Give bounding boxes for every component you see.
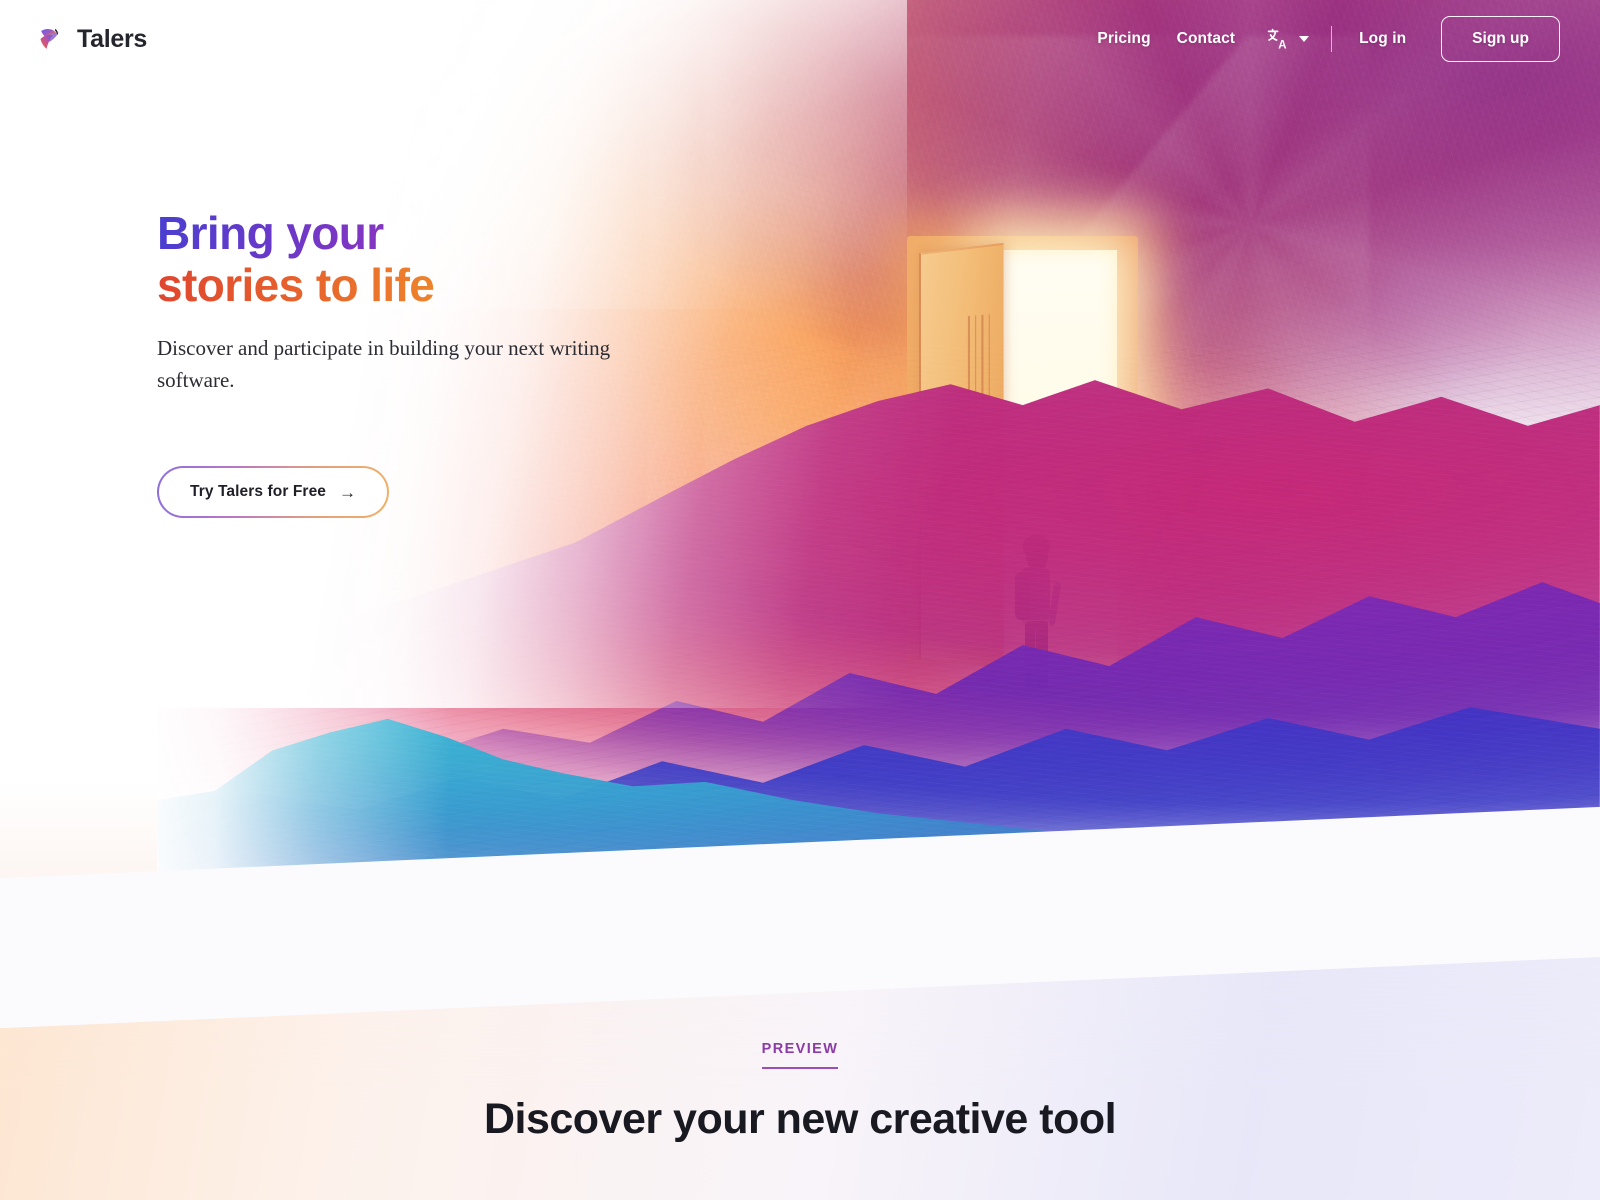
nav-right-group: Pricing Contact A Log in Sign up [1084, 16, 1560, 62]
translate-icon: A [1267, 28, 1287, 51]
hero-copy: Bring your stories to life Discover and … [157, 207, 777, 519]
preview-eyebrow-label: PREVIEW [761, 1041, 839, 1069]
try-free-button[interactable]: Try Talers for Free → [157, 466, 390, 519]
butterfly-logo-icon [40, 28, 59, 49]
hero-title-line-2: stories to life [157, 259, 777, 312]
try-free-button-label: Try Talers for Free [190, 483, 327, 501]
hero-title-line-1: Bring your [157, 207, 777, 260]
hero-title: Bring your stories to life [157, 207, 777, 312]
nav-link-pricing[interactable]: Pricing [1084, 30, 1163, 48]
preview-section-title: Discover your new creative tool [483, 1095, 1117, 1143]
top-navigation: Talers Pricing Contact A Log in Sign up [0, 0, 1600, 78]
login-link[interactable]: Log in [1346, 30, 1419, 48]
hero-subtitle: Discover and participate in building you… [157, 336, 611, 392]
brand-logo[interactable]: Talers [36, 24, 147, 54]
landing-page: Talers Pricing Contact A Log in Sign up … [0, 0, 1600, 1200]
hero-left-margin [0, 0, 157, 930]
nav-link-contact[interactable]: Contact [1164, 30, 1248, 48]
arrow-right-icon: → [339, 482, 357, 502]
brand-name: Talers [77, 24, 148, 53]
preview-section: PREVIEW Discover your new creative tool [0, 1040, 1600, 1144]
chevron-down-icon [1299, 36, 1310, 42]
nav-divider [1331, 26, 1333, 52]
svg-text:A: A [1278, 39, 1286, 51]
language-selector[interactable]: A [1248, 27, 1323, 51]
signup-button[interactable]: Sign up [1441, 16, 1560, 62]
